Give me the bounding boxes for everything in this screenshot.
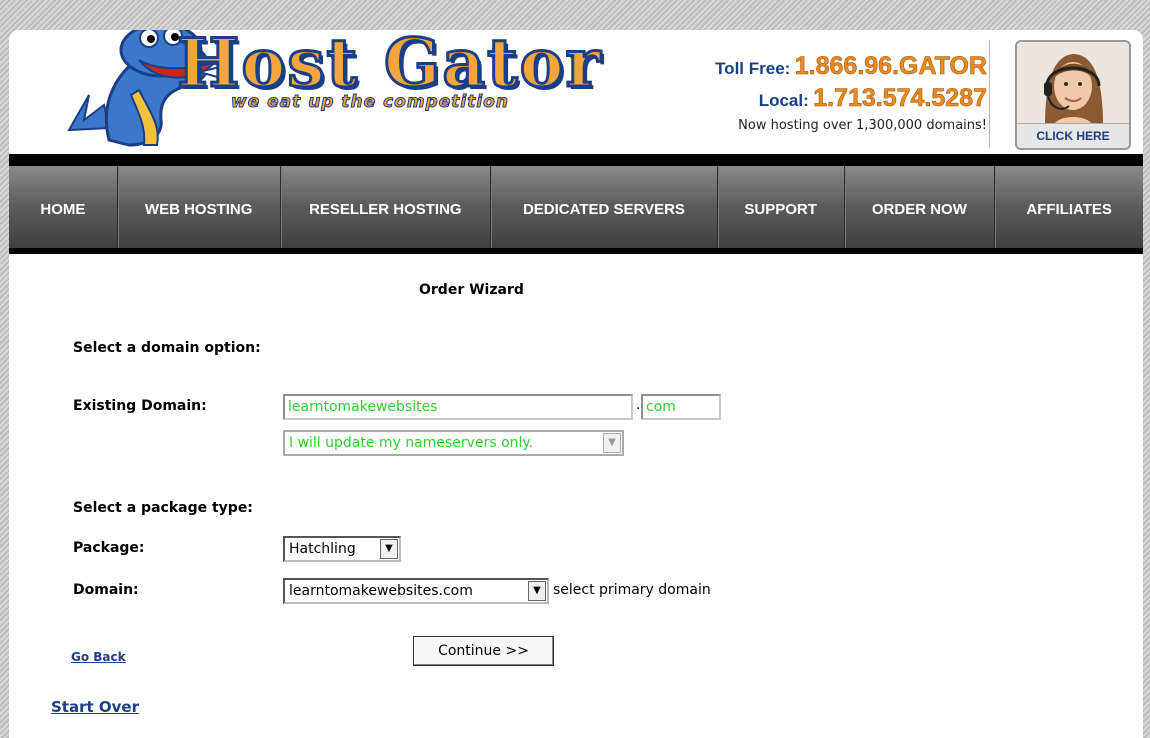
domain-section-heading: Select a domain option: — [73, 340, 261, 356]
package-label: Package: — [73, 540, 145, 556]
chevron-down-icon: ▼ — [603, 433, 621, 453]
logo-tagline: we eat up the competition — [231, 92, 509, 113]
toll-free-line: Toll Free: 1.866.96.GATOR — [715, 52, 987, 84]
toll-free-label: Toll Free: — [715, 59, 791, 78]
header-divider — [989, 40, 990, 148]
nav-dedicated-servers[interactable]: DEDICATED SERVERS — [491, 166, 718, 254]
nav-web-hosting[interactable]: WEB HOSTING — [118, 166, 281, 254]
primary-domain-hint: select primary domain — [553, 582, 711, 598]
nav-home[interactable]: HOME — [9, 166, 118, 254]
order-wizard-form: Order Wizard Select a domain option: Exi… — [9, 254, 1143, 738]
page-container: Host Gator we eat up the competition Tol… — [9, 30, 1143, 738]
domain-dot-separator: . — [636, 397, 641, 413]
domain-label: Domain: — [73, 582, 139, 598]
local-line: Local: 1.713.574.5287 — [715, 84, 988, 116]
support-agent-photo — [1017, 42, 1129, 126]
chevron-down-icon: ▼ — [528, 581, 546, 601]
go-back-link[interactable]: Go Back — [71, 650, 126, 664]
nav-affiliates[interactable]: AFFILIATES — [995, 166, 1143, 254]
nameserver-option-select[interactable]: I will update my nameservers only. ▼ — [283, 430, 624, 456]
toll-free-number: 1.866.96.GATOR — [794, 52, 987, 81]
continue-button[interactable]: Continue >> — [413, 636, 554, 666]
site-header: Host Gator we eat up the competition Tol… — [9, 30, 1143, 154]
hosting-count-note: Now hosting over 1,300,000 domains! — [738, 118, 987, 133]
domain-name-input[interactable]: learntomakewebsites — [283, 394, 633, 420]
live-chat-click-here-button[interactable]: CLICK HERE — [1015, 40, 1131, 150]
click-here-label: CLICK HERE — [1017, 123, 1129, 148]
primary-domain-select[interactable]: learntomakewebsites.com ▼ — [283, 578, 549, 604]
package-section-heading: Select a package type: — [73, 500, 253, 516]
nav-reseller-hosting[interactable]: RESELLER HOSTING — [281, 166, 492, 254]
local-label: Local: — [758, 91, 809, 110]
nameserver-option-value: I will update my nameservers only. — [289, 435, 534, 451]
existing-domain-label: Existing Domain: — [73, 398, 207, 414]
header-black-bar — [9, 154, 1143, 166]
package-select[interactable]: Hatchling ▼ — [283, 536, 401, 562]
start-over-link[interactable]: Start Over — [51, 698, 139, 716]
primary-domain-select-value: learntomakewebsites.com — [289, 583, 473, 599]
main-nav: HOME WEB HOSTING RESELLER HOSTING DEDICA… — [9, 166, 1143, 254]
page-title: Order Wizard — [419, 282, 524, 298]
contact-info: Toll Free: 1.866.96.GATOR Local: 1.713.5… — [715, 52, 987, 133]
package-select-value: Hatchling — [289, 541, 356, 557]
nav-support[interactable]: SUPPORT — [718, 166, 845, 254]
chevron-down-icon: ▼ — [380, 539, 398, 559]
nav-order-now[interactable]: ORDER NOW — [845, 166, 996, 254]
tld-input[interactable]: com — [641, 394, 721, 420]
local-number: 1.713.574.5287 — [813, 84, 987, 113]
